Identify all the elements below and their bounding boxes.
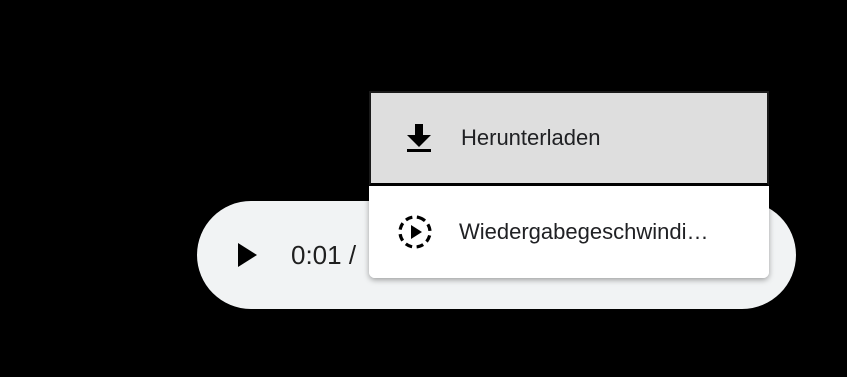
menu-item-playback-speed-label: Wiedergabegeschwindi…: [459, 219, 709, 244]
stage: 0:01 / Herunterladen Wiedergabegeschwind…: [0, 0, 847, 377]
menu-item-playback-speed[interactable]: Wiedergabegeschwindi…: [369, 186, 769, 278]
playback-speed-icon: [397, 214, 433, 250]
play-button[interactable]: [227, 235, 267, 275]
menu-item-download-label: Herunterladen: [461, 125, 601, 150]
menu-item-download[interactable]: Herunterladen: [369, 91, 769, 186]
download-icon: [401, 120, 437, 156]
time-display: 0:01 /: [291, 240, 357, 270]
overflow-menu: Herunterladen Wiedergabegeschwindi…: [369, 91, 769, 278]
play-icon: [238, 243, 257, 267]
